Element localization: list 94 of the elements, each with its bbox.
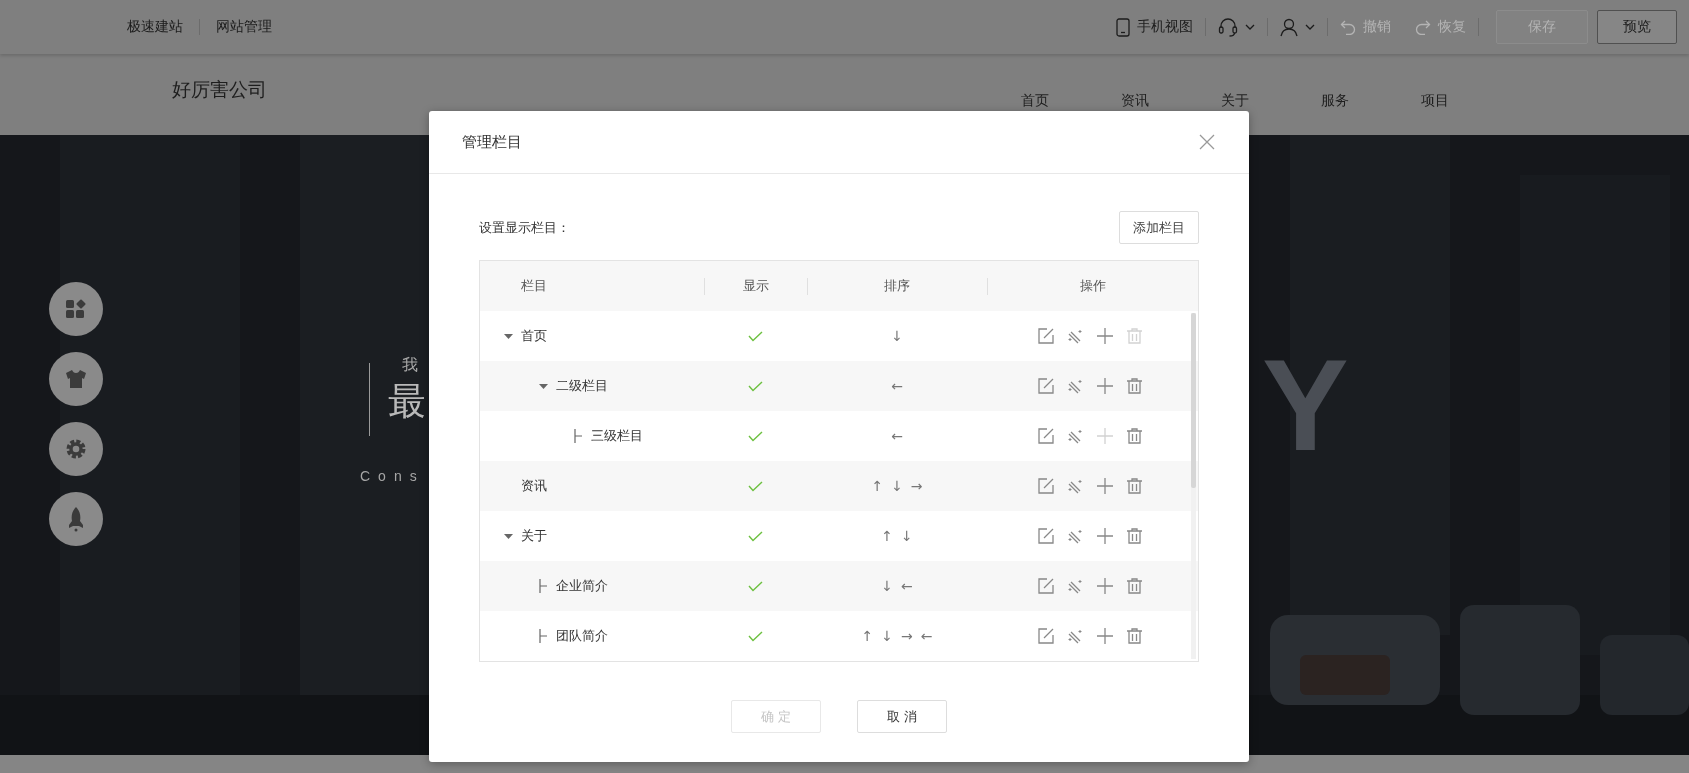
wand-icon[interactable] <box>1067 528 1083 544</box>
column-header: 排序 <box>884 277 910 295</box>
apps-icon <box>65 298 87 320</box>
nav-link[interactable]: 资讯 <box>1121 92 1149 110</box>
toolbar-button[interactable]: 手机视图 <box>1104 12 1205 42</box>
column-name: 关于 <box>521 527 547 545</box>
hero-title: Y <box>1262 340 1349 470</box>
undo-icon <box>1340 19 1356 35</box>
wand-icon[interactable] <box>1067 478 1083 494</box>
wand-icon[interactable] <box>1067 328 1083 344</box>
add-column-button[interactable]: 添加栏目 <box>1119 211 1199 244</box>
move-button[interactable]: → <box>899 628 915 644</box>
plus-icon[interactable] <box>1096 528 1113 544</box>
edit-icon[interactable] <box>1037 478 1054 494</box>
move-button[interactable]: ↑ <box>869 478 886 494</box>
hero-tagline: Cons <box>360 468 425 484</box>
delete-icon[interactable] <box>1126 478 1142 494</box>
delete-icon[interactable] <box>1126 628 1142 644</box>
check-icon[interactable] <box>748 430 763 442</box>
column-name: 资讯 <box>521 477 547 495</box>
settings-icon <box>65 438 87 460</box>
close-icon <box>1199 134 1215 150</box>
caret-icon[interactable] <box>539 383 548 389</box>
nav-link[interactable]: 关于 <box>1221 92 1249 110</box>
edit-icon[interactable] <box>1037 428 1054 444</box>
edit-icon[interactable] <box>1037 378 1054 394</box>
shirt-icon <box>65 368 87 390</box>
check-icon[interactable] <box>748 480 763 492</box>
check-icon[interactable] <box>748 580 763 592</box>
tree-branch-icon <box>574 429 582 443</box>
wand-icon[interactable] <box>1067 578 1083 594</box>
rocket-icon <box>67 506 85 532</box>
move-button[interactable]: ← <box>889 428 905 444</box>
wand-icon[interactable] <box>1067 428 1083 444</box>
plus-icon[interactable] <box>1096 578 1113 594</box>
tree-branch-icon <box>539 629 547 643</box>
field-label: 设置显示栏目： <box>479 218 570 237</box>
check-icon[interactable] <box>748 530 763 542</box>
move-button[interactable]: → <box>908 478 925 494</box>
move-button[interactable]: ↓ <box>889 328 905 344</box>
edit-icon[interactable] <box>1037 578 1054 594</box>
move-button[interactable]: ← <box>918 628 935 644</box>
tree-branch-icon <box>539 579 547 593</box>
preview-button[interactable]: 预览 <box>1597 10 1677 44</box>
delete-icon[interactable] <box>1126 428 1142 444</box>
redo-icon <box>1415 19 1431 35</box>
edit-icon[interactable] <box>1037 328 1054 344</box>
check-icon[interactable] <box>748 630 763 642</box>
wand-icon[interactable] <box>1067 378 1083 394</box>
nav-link[interactable]: 服务 <box>1321 92 1349 110</box>
move-button[interactable]: ↓ <box>899 528 915 544</box>
edit-icon[interactable] <box>1037 628 1054 644</box>
close-button[interactable] <box>1199 134 1215 150</box>
column-header: 显示 <box>742 277 769 295</box>
cancel-button[interactable]: 取 消 <box>857 700 947 733</box>
nav-link[interactable]: 网站管理 <box>216 18 272 36</box>
scrollbar[interactable] <box>1191 313 1196 659</box>
user-icon <box>1280 17 1298 37</box>
nav-link[interactable]: 首页 <box>1021 92 1049 110</box>
move-button[interactable]: ← <box>899 578 915 594</box>
move-button[interactable]: ← <box>889 378 905 394</box>
column-name: 首页 <box>521 327 547 345</box>
delete-icon[interactable] <box>1126 378 1142 394</box>
plus-icon[interactable] <box>1096 478 1113 494</box>
column-header: 操作 <box>1079 277 1106 295</box>
delete-icon[interactable] <box>1126 578 1142 594</box>
headset-icon <box>1218 17 1238 37</box>
edit-icon[interactable] <box>1037 528 1054 544</box>
column-name: 企业简介 <box>556 577 608 595</box>
dialog-title: 管理栏目 <box>462 132 522 152</box>
hero-subtitle: 我 <box>402 355 418 376</box>
column-name: 二级栏目 <box>556 377 608 395</box>
caret-icon[interactable] <box>504 533 513 539</box>
hero-title: 最 <box>388 378 426 424</box>
nav-link[interactable]: 极速建站 <box>127 18 183 36</box>
plus-icon[interactable] <box>1096 628 1113 644</box>
nav-link[interactable]: 项目 <box>1421 92 1449 110</box>
move-button[interactable]: ↑ <box>859 628 876 644</box>
phone-icon <box>1116 17 1130 37</box>
move-button[interactable]: ↓ <box>879 578 895 594</box>
move-button[interactable]: ↑ <box>879 528 895 544</box>
check-icon[interactable] <box>748 380 763 392</box>
caret-icon[interactable] <box>504 333 513 339</box>
move-button[interactable]: ↓ <box>889 478 905 494</box>
column-name: 团队简介 <box>556 627 608 645</box>
delete-icon[interactable] <box>1126 528 1142 544</box>
column-header: 栏目 <box>521 277 547 295</box>
check-icon[interactable] <box>748 330 763 342</box>
plus-icon[interactable] <box>1096 328 1113 344</box>
wand-icon[interactable] <box>1067 628 1083 644</box>
site-logo: 好厉害公司 <box>172 77 267 102</box>
move-button[interactable]: ↓ <box>879 628 895 644</box>
column-name: 三级栏目 <box>591 427 643 445</box>
plus-icon[interactable] <box>1096 378 1113 394</box>
